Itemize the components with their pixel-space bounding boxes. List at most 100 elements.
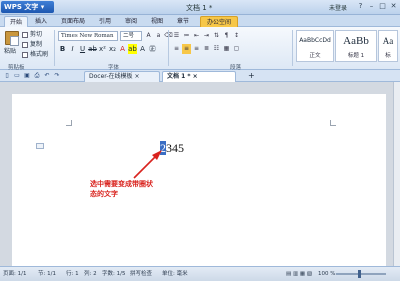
tab-close-icon[interactable]: × [193, 73, 198, 80]
font-size-select[interactable]: 二号 [120, 31, 142, 41]
app-menu-button[interactable]: WPS 文字 ▾ [1, 1, 54, 13]
tab-chapter[interactable]: 章节 [172, 16, 194, 27]
doc-tab-docer-label: Docer-在线模板 [89, 73, 133, 80]
style-heading-1-sample: AaBb [343, 35, 369, 47]
doc-tab-docer[interactable]: Docer-在线模板 × [84, 71, 160, 82]
doc-tab-document1[interactable]: 文档 1 * × [162, 71, 236, 82]
status-section: 节: 1/1 [38, 271, 56, 277]
doc-tab-document1-label: 文档 1 * [167, 73, 191, 80]
cut-button[interactable]: 剪切 [22, 30, 48, 40]
decrease-indent-icon[interactable]: ⇤ [192, 31, 201, 41]
style-normal-sample: AaBbCcDd [299, 37, 331, 44]
cut-label: 剪切 [30, 31, 43, 38]
bold-icon[interactable]: B [58, 44, 67, 54]
app-name: WPS 文字 [4, 3, 39, 11]
view-mode-icon[interactable]: ▤ ▥ ▦ ▧ [286, 267, 312, 281]
tab-review[interactable]: 审阅 [120, 16, 142, 27]
font-family-select[interactable]: Times New Roman [58, 31, 118, 41]
tab-references[interactable]: 引用 [94, 16, 116, 27]
login-link[interactable]: 未登录 [329, 3, 347, 12]
bullets-icon[interactable]: ☰ [172, 31, 181, 41]
status-spell-check[interactable]: 拼写检查 [130, 267, 152, 281]
zoom-slider[interactable] [336, 273, 386, 275]
paste-icon [5, 31, 19, 46]
align-center-icon[interactable]: ≡ [182, 44, 191, 54]
italic-icon[interactable]: I [68, 44, 77, 54]
highlight-icon[interactable]: ab [128, 44, 137, 54]
line-spacing-icon[interactable]: ↕ [232, 31, 241, 41]
scissors-icon [22, 32, 28, 38]
new-tab-icon[interactable]: + [248, 71, 255, 80]
crop-mark [66, 120, 72, 126]
format-painter-button[interactable]: 格式刷 [22, 50, 48, 60]
tab-view[interactable]: 视图 [146, 16, 168, 27]
document-page[interactable]: 2345 选中需要变成带圈状态的文字 [12, 94, 386, 266]
help-icon[interactable]: ? [356, 2, 365, 11]
status-word-count[interactable]: 字数: 1/5 [102, 267, 125, 281]
tab-start[interactable]: 开始 [4, 16, 28, 27]
brush-icon [22, 52, 28, 58]
unselected-text[interactable]: 345 [166, 141, 184, 155]
style-normal[interactable]: AaBbCcDd 正文 [296, 30, 334, 62]
tab-close-icon[interactable]: × [134, 73, 139, 80]
annotation-arrow-icon [133, 150, 162, 179]
undo-icon[interactable]: ↶ [43, 72, 51, 80]
style-heading-1[interactable]: AaBb 标题 1 [335, 30, 377, 62]
window-title: 文档 1 * [186, 4, 213, 12]
minimize-icon[interactable]: – [367, 2, 376, 11]
shrink-font-icon[interactable]: a [154, 31, 163, 41]
format-painter-label: 格式刷 [30, 51, 49, 58]
font-format-row: B I U ab x² x₂ A ab A ㊣ [58, 44, 157, 54]
grow-font-icon[interactable]: A [144, 31, 153, 41]
status-page: 页面: 1/1 [3, 271, 27, 277]
zoom-slider-thumb[interactable] [358, 270, 361, 278]
font-color-icon[interactable]: A [118, 44, 127, 54]
open-icon[interactable]: ▭ [13, 72, 21, 80]
show-marks-icon[interactable]: ¶ [222, 31, 231, 41]
maximize-icon[interactable]: □ [378, 2, 387, 11]
subscript-icon[interactable]: x₂ [108, 44, 117, 54]
status-units[interactable]: 单位: 毫米 [162, 267, 188, 281]
vertical-scrollbar[interactable] [393, 82, 400, 266]
status-column: 列: 2 [84, 271, 97, 277]
paragraph-marker-icon[interactable] [36, 143, 44, 149]
window-controls: ? – □ ✕ [356, 2, 398, 11]
paste-label: 粘贴 [4, 48, 17, 55]
paste-button[interactable]: 粘贴 [4, 31, 20, 57]
copy-label: 复制 [30, 41, 43, 48]
status-zoom[interactable]: 100 % [318, 267, 335, 281]
numbering-icon[interactable]: ≔ [182, 31, 191, 41]
underline-icon[interactable]: U [78, 44, 87, 54]
document-area: 2345 选中需要变成带圈状态的文字 [0, 82, 393, 266]
style-heading-2-sample: Aa [382, 36, 394, 46]
shading-icon[interactable]: ▦ [222, 44, 231, 54]
new-doc-icon[interactable]: ▯ [3, 72, 11, 80]
enclose-char-icon[interactable]: ㊣ [148, 44, 157, 54]
crop-mark [330, 120, 336, 126]
tab-page-layout[interactable]: 页面布局 [56, 16, 90, 27]
strikethrough-icon[interactable]: ab [88, 44, 97, 54]
ribbon-tabs: 开始 插入 页面布局 引用 审阅 视图 章节 办公空间 [0, 15, 400, 27]
sort-icon[interactable]: ⇅ [212, 31, 221, 41]
annotation-text: 选中需要变成带圈状态的文字 [90, 180, 153, 198]
borders-icon[interactable]: ▢ [232, 44, 241, 54]
tab-office-space[interactable]: 办公空间 [200, 16, 238, 27]
group-divider [168, 30, 169, 66]
justify-icon[interactable]: ≣ [202, 44, 211, 54]
copy-button[interactable]: 复制 [22, 40, 48, 50]
distribute-icon[interactable]: ☷ [212, 44, 221, 54]
print-icon[interactable]: ⎙ [33, 72, 41, 80]
document-tabs-bar: ▯ ▭ ▣ ⎙ ↶ ↷ Docer-在线模板 × 文档 1 * × + [0, 70, 400, 82]
align-left-icon[interactable]: ≡ [172, 44, 181, 54]
tab-insert[interactable]: 插入 [30, 16, 52, 27]
redo-icon[interactable]: ↷ [53, 72, 61, 80]
group-divider [292, 30, 293, 66]
increase-indent-icon[interactable]: ⇥ [202, 31, 211, 41]
char-border-icon[interactable]: A [138, 44, 147, 54]
align-right-icon[interactable]: ≡ [192, 44, 201, 54]
style-heading-2[interactable]: Aa 标 [378, 30, 398, 62]
close-icon[interactable]: ✕ [389, 2, 398, 11]
save-icon[interactable]: ▣ [23, 72, 31, 80]
superscript-icon[interactable]: x² [98, 44, 107, 54]
status-bar: 页面: 1/1 节: 1/1 行: 1 列: 2 字数: 1/5 拼写检查 单位… [0, 266, 400, 281]
